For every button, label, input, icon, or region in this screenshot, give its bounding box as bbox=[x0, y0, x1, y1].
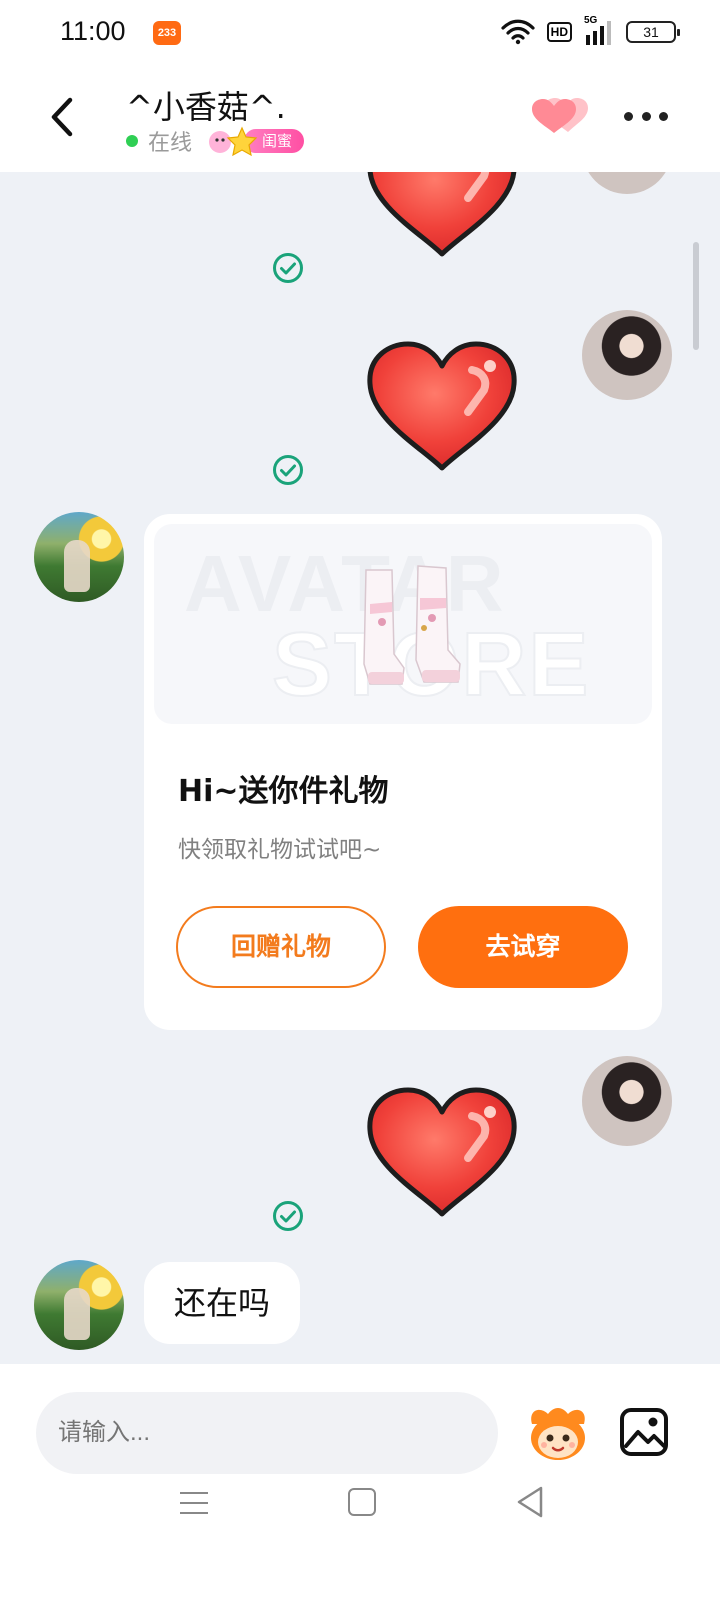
nav-back-button[interactable] bbox=[514, 1484, 546, 1520]
star-mascot-icon bbox=[209, 126, 258, 157]
nav-home-button[interactable] bbox=[348, 1488, 376, 1516]
sent-check-icon bbox=[272, 454, 304, 486]
emoji-button[interactable] bbox=[526, 1404, 590, 1462]
menu-line-icon bbox=[180, 1502, 208, 1504]
hearts-icon bbox=[532, 98, 588, 133]
message-input[interactable] bbox=[36, 1392, 498, 1474]
text-message-bubble[interactable]: 还在吗 bbox=[144, 1262, 301, 1344]
my-avatar[interactable] bbox=[582, 1056, 672, 1146]
status-bar: 11:00 233 HD 5G 31 bbox=[0, 0, 720, 64]
chat-header: ^小香菇^. 在线 闺蜜 bbox=[0, 64, 720, 172]
gift-image: AVATAR STORE bbox=[154, 524, 652, 724]
more-dot-icon bbox=[659, 111, 668, 121]
chat-messages[interactable]: AVATAR STORE Hi~送你件礼物 快领取礼物试试吧~ 回赠礼物 去试穿 bbox=[0, 172, 720, 1364]
online-status-row: 在线 闺蜜 bbox=[126, 126, 305, 157]
signal-icon: 5G bbox=[584, 15, 614, 45]
my-avatar[interactable] bbox=[582, 172, 672, 194]
scrollbar[interactable] bbox=[693, 242, 699, 350]
battery-icon: 31 bbox=[626, 21, 680, 43]
sent-check-icon bbox=[272, 1200, 304, 1232]
return-gift-button[interactable]: 回赠礼物 bbox=[176, 906, 386, 988]
intimacy-button[interactable] bbox=[532, 96, 588, 136]
menu-line-icon bbox=[180, 1512, 208, 1514]
nav-back-triangle-icon bbox=[517, 1486, 543, 1518]
menu-line-icon bbox=[180, 1492, 208, 1494]
gift-subtitle: 快领取礼物试试吧~ bbox=[178, 837, 382, 863]
nav-menu-button[interactable] bbox=[180, 1490, 210, 1518]
status-time: 11:00 bbox=[60, 16, 126, 46]
notification-badge: 233 bbox=[153, 21, 181, 45]
relationship-badge: 闺蜜 bbox=[206, 126, 305, 157]
input-bar bbox=[0, 1364, 720, 1600]
gift-title: Hi~送你件礼物 bbox=[178, 774, 389, 809]
hd-icon: HD bbox=[546, 22, 572, 42]
network-type-label: 5G bbox=[584, 15, 598, 26]
contact-avatar[interactable] bbox=[34, 1260, 124, 1350]
contact-name: ^小香菇^. bbox=[126, 88, 286, 126]
contact-avatar[interactable] bbox=[34, 512, 124, 602]
send-image-button[interactable] bbox=[618, 1406, 670, 1458]
wifi-icon bbox=[501, 19, 535, 45]
mascot-emoji-icon bbox=[531, 1408, 585, 1460]
sent-check-icon bbox=[272, 252, 304, 284]
back-arrow-icon bbox=[51, 97, 73, 137]
online-status: 在线 bbox=[148, 131, 193, 156]
try-on-button[interactable]: 去试穿 bbox=[418, 906, 628, 988]
online-dot-icon bbox=[126, 135, 138, 147]
more-options-button[interactable] bbox=[624, 106, 668, 126]
heart-sticker-icon bbox=[362, 336, 522, 476]
gift-card[interactable]: AVATAR STORE Hi~送你件礼物 快领取礼物试试吧~ 回赠礼物 去试穿 bbox=[144, 514, 662, 1030]
my-avatar[interactable] bbox=[582, 310, 672, 400]
back-button[interactable] bbox=[44, 92, 80, 142]
heart-sticker-icon bbox=[362, 1082, 522, 1222]
boots-icon bbox=[363, 565, 461, 685]
more-dot-icon bbox=[624, 111, 633, 121]
heart-sticker-icon bbox=[362, 172, 522, 262]
status-icons: HD 5G 31 bbox=[501, 15, 680, 48]
image-icon bbox=[620, 1408, 668, 1456]
more-dot-icon bbox=[641, 111, 651, 121]
